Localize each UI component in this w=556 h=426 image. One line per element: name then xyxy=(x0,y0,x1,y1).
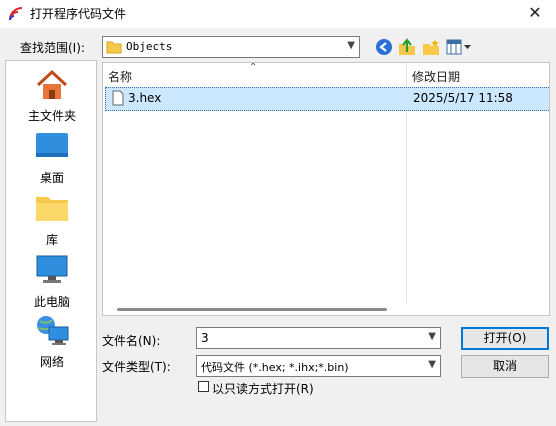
lookin-combo[interactable]: Objects ▼ xyxy=(102,36,360,58)
cancel-button[interactable]: 取消 xyxy=(461,355,549,378)
library-icon xyxy=(35,193,69,226)
column-header-modified[interactable]: 修改日期 xyxy=(412,68,460,85)
file-name: 3.hex xyxy=(128,91,162,105)
place-network[interactable]: 网络 xyxy=(6,313,98,369)
place-label: 此电脑 xyxy=(33,295,70,309)
back-icon[interactable] xyxy=(375,38,393,56)
home-icon xyxy=(35,69,69,104)
place-label: 库 xyxy=(45,233,58,247)
horizontal-scrollbar[interactable] xyxy=(117,308,387,311)
new-folder-icon[interactable] xyxy=(422,38,440,56)
chevron-down-icon: ▼ xyxy=(347,40,355,51)
place-desktop[interactable]: 桌面 xyxy=(6,129,98,185)
file-modified: 2025/5/17 11:58 xyxy=(413,91,513,105)
filetype-combo[interactable]: 代码文件 (*.hex; *.ihx;*.bin) ▼ xyxy=(196,355,441,377)
chevron-down-icon: ▼ xyxy=(428,331,436,342)
folder-icon xyxy=(106,40,122,57)
lookin-value: Objects xyxy=(126,40,173,53)
window-title: 打开程序代码文件 xyxy=(30,7,127,21)
app-icon xyxy=(8,6,24,22)
places-bar: 主文件夹 桌面 库 此电脑 网络 xyxy=(5,60,97,422)
desktop-icon xyxy=(35,131,69,164)
close-button[interactable]: ✕ xyxy=(520,2,550,26)
chevron-down-icon: ▼ xyxy=(428,359,436,370)
network-icon xyxy=(35,315,69,350)
view-menu-icon[interactable] xyxy=(446,39,472,55)
table-row[interactable]: 3.hex 2025/5/17 11:58 xyxy=(105,87,549,111)
open-button[interactable]: 打开(O) xyxy=(461,327,549,350)
filetype-label: 文件类型(T): xyxy=(102,360,171,374)
sort-arrow-icon: ⌃ xyxy=(249,62,258,73)
place-label: 网络 xyxy=(39,355,64,369)
file-list[interactable]: 名称 ⌃ 修改日期 3.hex 2025/5/17 11:58 xyxy=(102,62,550,316)
file-icon xyxy=(112,90,124,109)
filetype-value: 代码文件 (*.hex; *.ihx;*.bin) xyxy=(201,361,349,374)
place-label: 桌面 xyxy=(39,171,64,185)
up-folder-icon[interactable] xyxy=(398,38,416,56)
place-library[interactable]: 库 xyxy=(6,191,98,247)
place-label: 主文件夹 xyxy=(27,109,76,123)
filename-value: 3 xyxy=(201,331,209,345)
place-home[interactable]: 主文件夹 xyxy=(6,67,98,123)
column-header-name[interactable]: 名称 xyxy=(108,68,132,85)
filename-label: 文件名(N): xyxy=(102,334,161,348)
readonly-checkbox[interactable] xyxy=(198,381,209,392)
computer-icon xyxy=(36,255,68,288)
place-computer[interactable]: 此电脑 xyxy=(6,253,98,309)
lookin-label: 查找范围(I): xyxy=(20,41,85,55)
readonly-label[interactable]: 以只读方式打开(R) xyxy=(212,380,314,397)
filename-combo[interactable]: 3 ▼ xyxy=(196,327,441,349)
